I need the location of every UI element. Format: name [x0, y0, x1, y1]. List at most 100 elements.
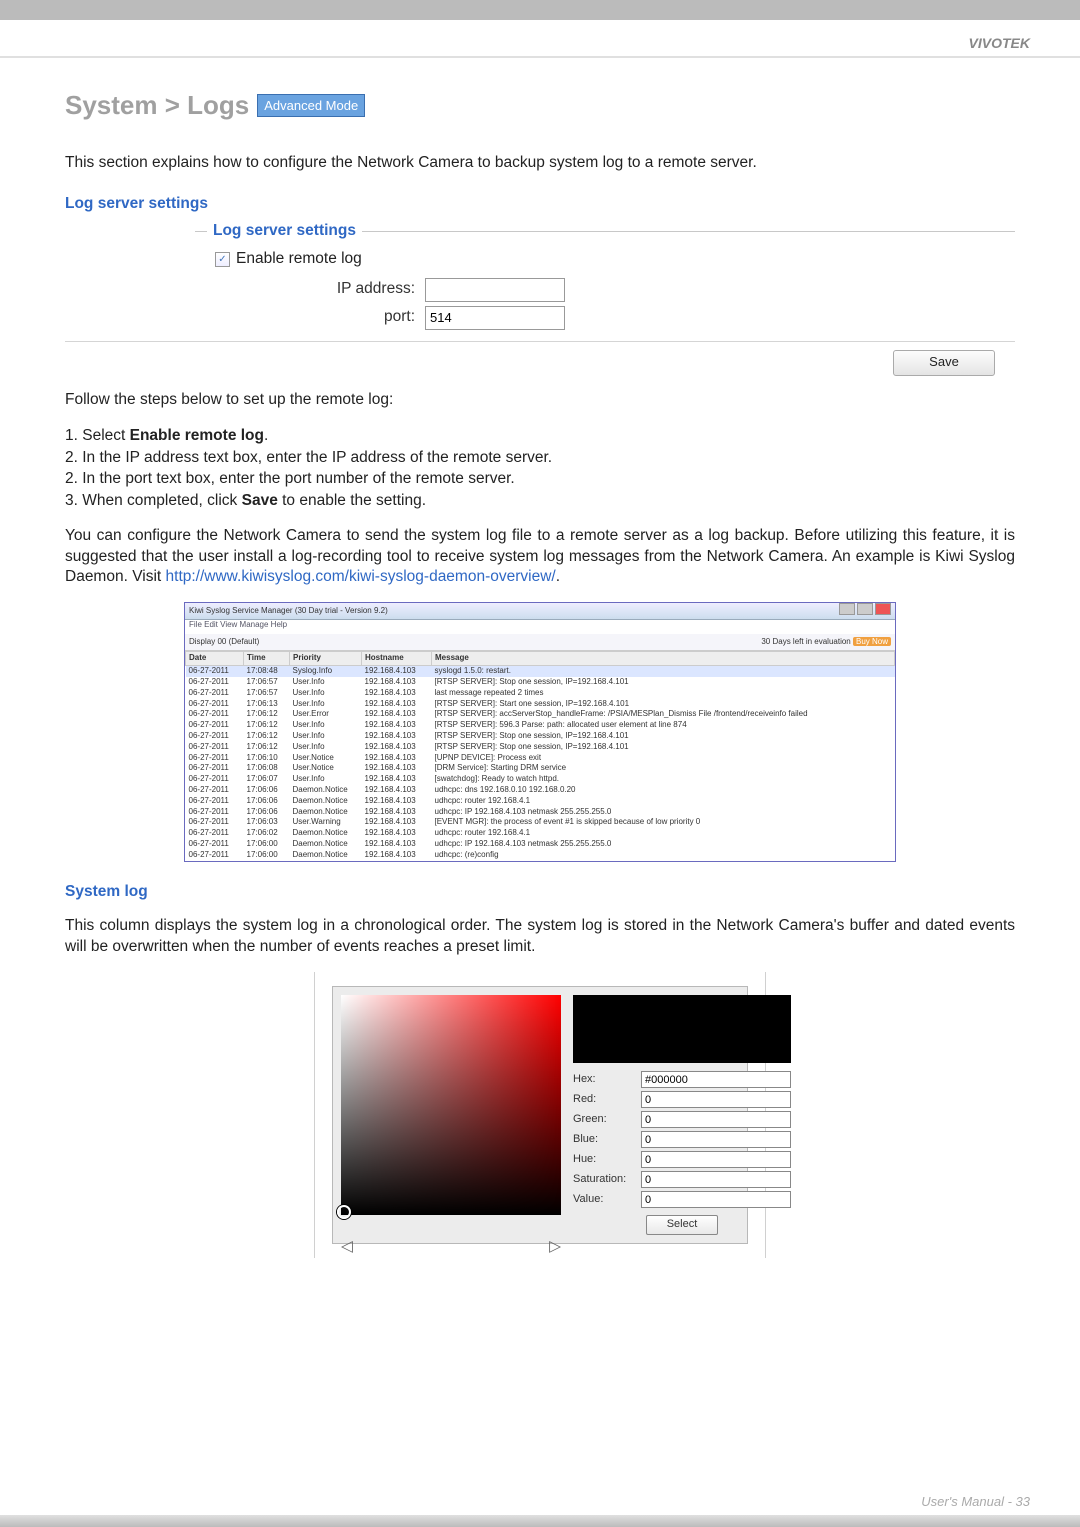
syslog-window-titlebar: Kiwi Syslog Service Manager (30 Day tria…	[185, 603, 895, 620]
table-cell: User.Info	[290, 677, 362, 688]
table-row: 06-27-201117:06:12User.Info192.168.4.103…	[186, 720, 895, 731]
system-log-paragraph: This column displays the system log in a…	[65, 916, 1015, 958]
table-cell: 192.168.4.103	[362, 709, 432, 720]
table-cell: 17:06:13	[244, 699, 290, 710]
table-cell: User.Info	[290, 699, 362, 710]
buy-now-button[interactable]: Buy Now	[853, 637, 891, 646]
ip-address-input[interactable]	[425, 278, 565, 302]
trial-days-label: 30 Days left in evaluation	[761, 637, 850, 646]
hex-input[interactable]	[641, 1071, 791, 1088]
table-cell: User.Notice	[290, 753, 362, 764]
table-cell: 192.168.4.103	[362, 742, 432, 753]
table-cell: Daemon.Notice	[290, 839, 362, 850]
minimize-icon	[839, 603, 855, 615]
port-row: port:	[215, 306, 995, 330]
blue-input[interactable]	[641, 1131, 791, 1148]
enable-remote-log-row[interactable]: ✓ Enable remote log	[215, 249, 995, 270]
table-cell: Daemon.Notice	[290, 828, 362, 839]
table-cell: 17:06:10	[244, 753, 290, 764]
table-row: 06-27-201117:06:03User.Warning192.168.4.…	[186, 817, 895, 828]
enable-remote-log-checkbox[interactable]: ✓	[215, 252, 230, 267]
table-cell: udhcpc: IP 192.168.4.103 netmask 255.255…	[432, 807, 895, 818]
syslog-window-title: Kiwi Syslog Service Manager (30 Day tria…	[189, 606, 388, 617]
red-input[interactable]	[641, 1091, 791, 1108]
system-log-heading: System log	[65, 882, 1015, 903]
document-page: VIVOTEK System > Logs Advanced Mode This…	[0, 0, 1080, 1527]
table-cell: User.Info	[290, 720, 362, 731]
table-cell: 17:06:06	[244, 796, 290, 807]
syslog-menubar: File Edit View Manage Help	[185, 620, 895, 634]
table-cell: 17:06:00	[244, 850, 290, 861]
table-row: 06-27-201117:08:48Syslog.Info192.168.4.1…	[186, 666, 895, 677]
table-cell: 17:06:07	[244, 774, 290, 785]
value-slider[interactable]: ◁▷	[341, 1237, 561, 1247]
hue-input[interactable]	[641, 1151, 791, 1168]
table-cell: [RTSP SERVER]: Stop one session, IP=192.…	[432, 677, 895, 688]
port-input[interactable]	[425, 306, 565, 330]
log-server-settings-heading: Log server settings	[65, 194, 1015, 215]
table-row: 06-27-201117:06:12User.Info192.168.4.103…	[186, 731, 895, 742]
ip-address-label: IP address:	[215, 279, 415, 300]
green-input[interactable]	[641, 1111, 791, 1128]
table-cell: 192.168.4.103	[362, 688, 432, 699]
table-cell: udhcpc: router 192.168.4.1	[432, 796, 895, 807]
table-row: 06-27-201117:06:06Daemon.Notice192.168.4…	[186, 785, 895, 796]
syslog-header-row: Date Time Priority Hostname Message	[186, 652, 895, 666]
table-cell: 06-27-2011	[186, 763, 244, 774]
table-cell: 192.168.4.103	[362, 839, 432, 850]
close-icon	[875, 603, 891, 615]
maximize-icon	[857, 603, 873, 615]
table-cell: 17:06:57	[244, 677, 290, 688]
ip-address-row: IP address:	[215, 278, 995, 302]
table-cell: syslogd 1.5.0: restart.	[432, 666, 895, 677]
table-cell: udhcpc: dns 192.168.0.10 192.168.0.20	[432, 785, 895, 796]
kiwi-syslog-link[interactable]: http://www.kiwisyslog.com/kiwi-syslog-da…	[166, 568, 556, 585]
table-cell: 192.168.4.103	[362, 677, 432, 688]
table-cell: 192.168.4.103	[362, 753, 432, 764]
table-cell: 06-27-2011	[186, 720, 244, 731]
table-cell: 06-27-2011	[186, 774, 244, 785]
table-cell: [EVENT MGR]: the process of event #1 is …	[432, 817, 895, 828]
table-cell: 06-27-2011	[186, 699, 244, 710]
table-cell: Syslog.Info	[290, 666, 362, 677]
page-title: System > Logs	[65, 88, 249, 123]
table-cell: 192.168.4.103	[362, 731, 432, 742]
saturation-input[interactable]	[641, 1171, 791, 1188]
table-cell: 06-27-2011	[186, 850, 244, 861]
color-picker-container: ◁▷ Hex: Red: Green: Blue: Hue: Saturatio…	[314, 972, 766, 1258]
backup-paragraph: You can configure the Network Camera to …	[65, 526, 1015, 589]
intro-paragraph: This section explains how to configure t…	[65, 153, 1015, 174]
table-cell: 17:06:03	[244, 817, 290, 828]
display-dropdown[interactable]: Display 00 (Default)	[189, 637, 259, 648]
table-cell: 192.168.4.103	[362, 785, 432, 796]
table-cell: 192.168.4.103	[362, 720, 432, 731]
gradient-cursor-icon[interactable]	[337, 1205, 351, 1219]
select-button[interactable]: Select	[646, 1215, 718, 1235]
fieldset-legend: Log server settings	[207, 221, 362, 242]
step-3: 3. When completed, click Save to enable …	[65, 490, 1015, 512]
value-label: Value:	[573, 1192, 637, 1207]
save-button[interactable]: Save	[893, 350, 995, 376]
table-cell: 192.168.4.103	[362, 774, 432, 785]
steps-intro: Follow the steps below to set up the rem…	[65, 390, 1015, 411]
table-cell: 17:06:12	[244, 731, 290, 742]
log-server-settings-panel: Log server settings ✓ Enable remote log …	[195, 223, 1015, 376]
col-time: Time	[244, 652, 290, 666]
steps-list: 1. Select Enable remote log. 2. In the I…	[65, 425, 1015, 512]
table-row: 06-27-201117:06:06Daemon.Notice192.168.4…	[186, 796, 895, 807]
table-cell: User.Warning	[290, 817, 362, 828]
window-controls	[837, 603, 891, 619]
color-gradient-area[interactable]	[341, 995, 561, 1215]
table-cell: 192.168.4.103	[362, 817, 432, 828]
table-cell: 17:08:48	[244, 666, 290, 677]
footer-page-label: User's Manual - 33	[921, 1494, 1030, 1509]
table-cell: 192.168.4.103	[362, 828, 432, 839]
saturation-label: Saturation:	[573, 1172, 637, 1187]
table-row: 06-27-201117:06:12User.Info192.168.4.103…	[186, 742, 895, 753]
hex-label: Hex:	[573, 1072, 637, 1087]
table-cell: User.Error	[290, 709, 362, 720]
step-2a: 2. In the IP address text box, enter the…	[65, 447, 1015, 469]
value-input[interactable]	[641, 1191, 791, 1208]
enable-remote-log-bold: Enable remote log	[130, 427, 264, 444]
table-cell: 06-27-2011	[186, 742, 244, 753]
